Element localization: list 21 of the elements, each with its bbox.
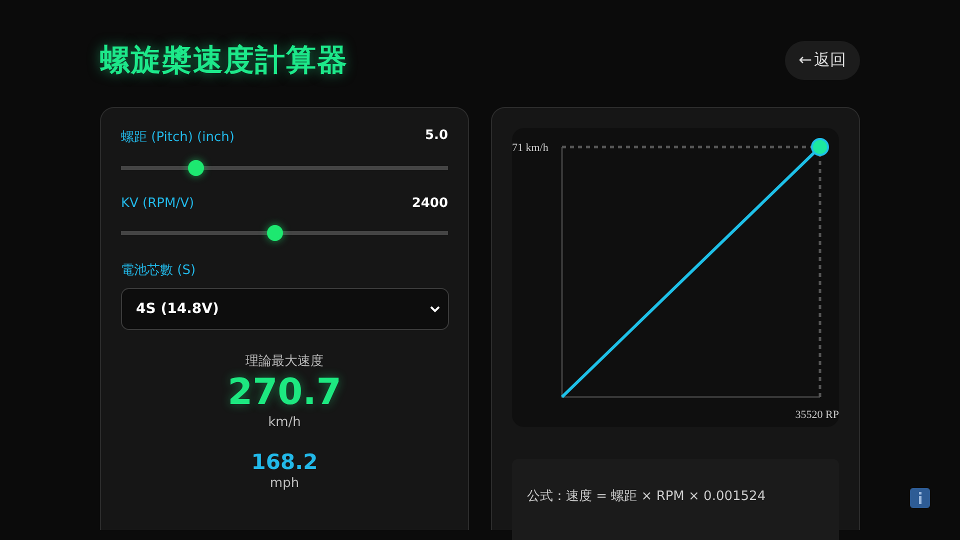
y-axis-label: 71 km/h [512,142,548,154]
slider-value: 5.0 [424,128,448,145]
unit-label: km/h [268,415,301,430]
slider-value: 2400 [412,196,448,211]
battery-select[interactable]: 4S (14.8V) [121,288,449,330]
unit-label: mph [270,476,300,491]
slider-thumb[interactable] [266,225,283,241]
info-icon[interactable] [910,488,930,508]
data-point [811,138,829,156]
chevron-icon [430,306,440,312]
slider-label: 螺距 (Pitch) (inch) [121,129,234,146]
formula-text: 公式：速度 = 螺距 × RPM × 0.001524 [512,459,839,540]
back-button[interactable]: ←返回 [784,41,860,80]
result-caption: 理論最大速度 [246,353,324,370]
speed-mph: 168.2 [251,450,318,474]
slider-label: KV (RPM/V) [121,196,194,211]
slider-thumb[interactable] [188,160,204,176]
speed-kmh: 270.7 [228,372,342,413]
x-axis-label: 35520 RP [795,409,839,421]
field-label: 電池芯數 (S) [121,262,197,279]
page-title: 螺旋槳速度計算器 [100,42,348,80]
